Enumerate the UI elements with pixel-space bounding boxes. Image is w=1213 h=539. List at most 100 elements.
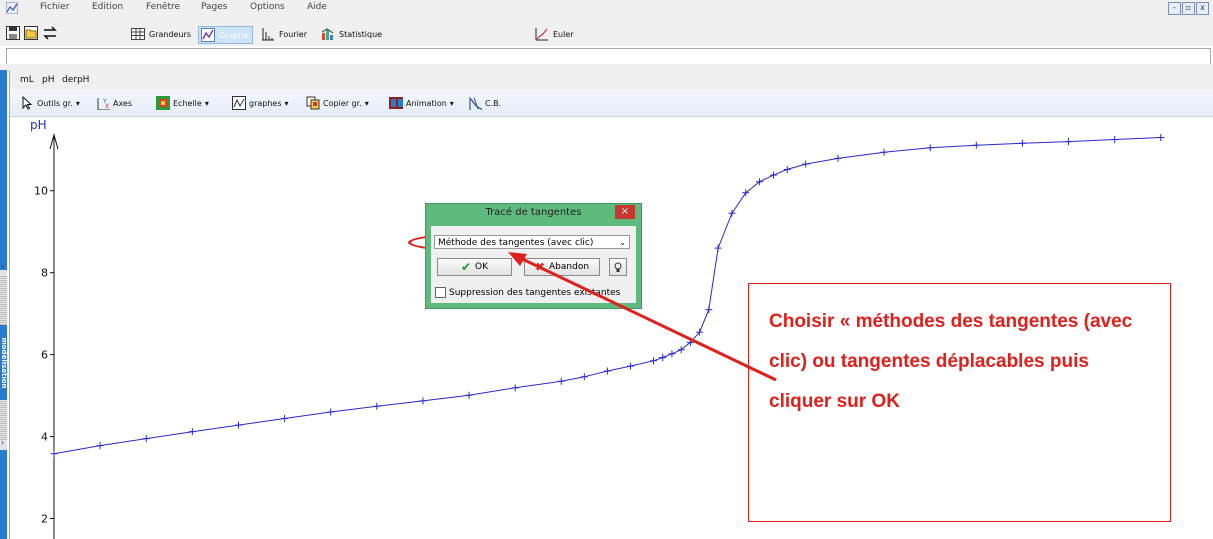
data-point-marker	[327, 408, 335, 416]
annotation-text: Choisir « méthodes des tangentes (avec c…	[769, 311, 1133, 412]
graphes-label: graphes	[249, 98, 282, 108]
delete-tangents-label: Suppression des tangentes existantes	[449, 287, 621, 298]
y-tick-label: 2	[41, 513, 48, 526]
app-logo-icon	[6, 2, 18, 14]
checkmark-icon: ✔	[460, 260, 472, 274]
data-point-marker	[972, 141, 980, 149]
expand-chevron-icon[interactable]: ›	[1, 262, 4, 271]
cursor-icon	[22, 96, 33, 110]
data-point-marker	[802, 160, 810, 168]
data-point-marker	[281, 415, 289, 423]
graph-icon	[201, 28, 215, 42]
data-point-marker	[1111, 136, 1119, 144]
data-point-marker	[650, 357, 658, 365]
dialog-close-button[interactable]: ×	[615, 205, 635, 219]
menu-aide[interactable]: Aide	[307, 2, 327, 12]
data-point-marker	[668, 350, 676, 358]
tab-grandeurs[interactable]: Grandeurs	[131, 26, 191, 42]
y-tick-label: 6	[41, 349, 48, 362]
data-point-marker	[769, 171, 777, 179]
side-panel-bottom	[0, 450, 7, 539]
side-splitter[interactable]	[0, 275, 7, 325]
variable-ph[interactable]: pH	[42, 75, 54, 85]
axes-button[interactable]: YX Axes	[96, 96, 132, 110]
y-tick-label: 8	[41, 267, 48, 280]
modelisation-tab[interactable]: modélisation	[0, 325, 8, 400]
checkbox-box[interactable]	[435, 287, 446, 298]
y-axis-label: pH	[30, 118, 47, 132]
help-button[interactable]	[609, 258, 627, 276]
data-point-marker	[50, 450, 58, 458]
y-tick-label: 10	[34, 185, 48, 198]
copy-icon	[306, 96, 320, 110]
dropdown-arrow-icon: ▾	[204, 98, 209, 108]
method-select-value: Méthode des tangentes (avec clic)	[438, 238, 594, 248]
lightbulb-icon	[614, 262, 622, 272]
minimize-button[interactable]: -	[1168, 2, 1181, 15]
tab-statistique[interactable]: Statistique	[321, 26, 382, 42]
cb-button[interactable]: C.B.	[468, 96, 501, 110]
ok-button[interactable]: ✔ OK	[437, 258, 512, 276]
tab-fourier-label: Fourier	[279, 29, 308, 39]
euler-icon	[535, 28, 548, 41]
menu-edition[interactable]: Edition	[92, 2, 123, 12]
menu-fenetre[interactable]: Fenêtre	[146, 2, 180, 12]
modelisation-label: modélisation	[0, 337, 8, 389]
data-point-marker	[603, 367, 611, 375]
scale-icon	[156, 96, 170, 110]
save-icon[interactable]	[6, 26, 20, 40]
dropdown-arrow-icon: ▾	[364, 98, 369, 108]
side-splitter-lower[interactable]	[0, 400, 7, 440]
data-point-marker	[626, 362, 634, 370]
dropdown-arrow-icon: ▾	[284, 98, 289, 108]
dropdown-arrow-icon: ▾	[75, 98, 80, 108]
animation-icon	[389, 97, 403, 109]
chevron-down-icon: ⌄	[619, 238, 626, 247]
data-point-marker	[511, 384, 519, 392]
menu-bar: Fichier Edition Fenêtre Pages Options Ai…	[0, 0, 1213, 16]
graphs-icon	[232, 96, 246, 110]
dialog-title: Tracé de tangentes	[485, 207, 582, 218]
axes-icon: YX	[97, 98, 110, 110]
method-select[interactable]: Méthode des tangentes (avec clic) ⌄	[434, 235, 630, 249]
tab-statistique-label: Statistique	[339, 29, 383, 39]
delete-tangents-checkbox[interactable]: Suppression des tangentes existantes	[435, 287, 620, 298]
animation-menu[interactable]: Animation ▾	[389, 96, 454, 110]
menu-fichier[interactable]: Fichier	[40, 2, 69, 12]
data-point-marker	[1157, 133, 1165, 141]
variable-ml[interactable]: mL	[20, 75, 34, 85]
tab-grandeurs-label: Grandeurs	[149, 29, 191, 39]
side-panel-top	[0, 70, 7, 270]
axes-label: Axes	[113, 98, 133, 108]
statistics-icon	[321, 28, 334, 40]
echelle-menu[interactable]: Echelle ▾	[156, 96, 209, 110]
cb-label: C.B.	[485, 98, 502, 108]
data-point-marker	[834, 154, 842, 162]
menu-pages[interactable]: Pages	[201, 2, 227, 12]
window-controls: - ▫ x	[1168, 2, 1209, 15]
data-point-marker	[419, 397, 427, 405]
expand-chevron-lower-icon[interactable]: ›	[1, 438, 4, 447]
restore-button[interactable]: ▫	[1182, 2, 1195, 15]
data-point-marker	[880, 148, 888, 156]
close-window-button[interactable]: x	[1196, 2, 1209, 15]
tab-graphe-label: Graphe	[219, 30, 249, 40]
tab-graphe[interactable]: Graphe	[198, 26, 254, 44]
euler-button[interactable]: Euler	[535, 26, 574, 42]
variable-derph[interactable]: derpH	[62, 75, 89, 85]
data-point-marker	[580, 373, 588, 381]
data-point-marker	[714, 244, 722, 252]
svg-text:X: X	[105, 103, 109, 110]
graphes-menu[interactable]: graphes ▾	[232, 96, 289, 110]
swap-arrows-icon[interactable]	[42, 26, 58, 40]
copier-gr-menu[interactable]: Copier gr. ▾	[306, 96, 369, 110]
open-icon[interactable]	[24, 26, 38, 40]
menu-options[interactable]: Options	[250, 2, 285, 12]
expression-input[interactable]	[6, 48, 1211, 65]
data-point-marker	[557, 377, 565, 385]
data-point-marker	[926, 144, 934, 152]
abandon-button[interactable]: ✖ Abandon	[524, 258, 600, 276]
outils-gr-menu[interactable]: Outils gr. ▾	[20, 96, 80, 110]
tab-fourier[interactable]: Fourier	[261, 26, 307, 42]
main-toolbar: Grandeurs Graphe Fourier Statistique Eul…	[0, 16, 1213, 46]
